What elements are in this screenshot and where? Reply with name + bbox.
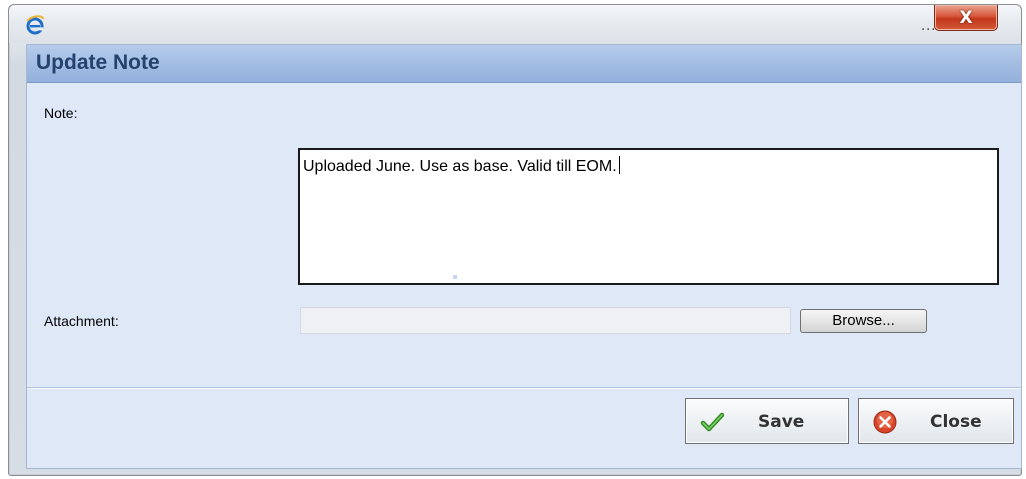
close-label: Close: [930, 412, 982, 432]
close-x-icon: X: [959, 7, 973, 28]
browse-button[interactable]: Browse...: [800, 309, 927, 333]
close-button[interactable]: Close: [858, 398, 1014, 444]
stray-pixel: [453, 275, 457, 279]
internet-explorer-icon: [26, 15, 44, 35]
attachment-field[interactable]: [300, 307, 791, 334]
save-button[interactable]: Save: [685, 398, 849, 444]
dialog-window: ... X Update Note Note: Uploaded June. U…: [8, 4, 1022, 476]
title-bar[interactable]: ...: [9, 5, 1021, 43]
page-title: Update Note: [36, 51, 160, 74]
panel-header: Update Note: [27, 45, 1021, 83]
divider: [27, 387, 1021, 389]
note-textarea[interactable]: Uploaded June. Use as base. Valid till E…: [298, 148, 999, 285]
window-close-button[interactable]: X: [934, 5, 998, 31]
text-caret: [618, 156, 620, 174]
note-label: Note:: [44, 105, 78, 121]
save-label: Save: [758, 412, 805, 432]
note-text: Uploaded June. Use as base. Valid till E…: [303, 158, 617, 175]
close-circle-icon: [873, 410, 897, 434]
update-note-panel: Update Note Note: Uploaded June. Use as …: [26, 44, 1022, 469]
checkmark-icon: [700, 412, 724, 432]
attachment-label: Attachment:: [44, 313, 119, 329]
